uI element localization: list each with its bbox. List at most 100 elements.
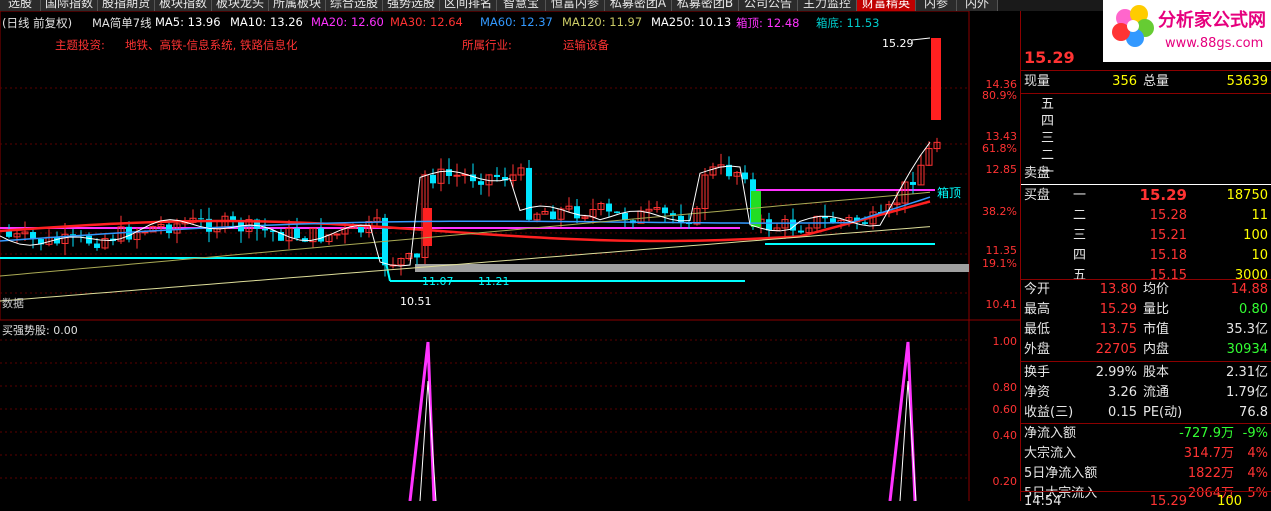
buy-level-0: 一 15.29 18750 <box>1021 186 1271 205</box>
candle-body-down <box>318 228 324 242</box>
menu-button-12[interactable]: 私募密团B <box>672 0 739 11</box>
logo-url: www.88gs.com <box>1165 36 1263 51</box>
candle-body-down <box>414 253 420 258</box>
menu-button-15[interactable]: 财富精英 <box>857 0 916 11</box>
candle-body-down <box>574 206 580 219</box>
menu-button-3[interactable]: 板块指数 <box>155 0 212 11</box>
ma-legend-3: MA10: 13.26 <box>230 15 303 29</box>
candle-body-down <box>494 174 500 177</box>
stat-row-2: 最低 13.75 市值 35.3亿 <box>1021 320 1271 339</box>
stat-value: 13.75 <box>1099 322 1137 337</box>
buy-level-price: 15.21 <box>1149 228 1187 243</box>
high-price-pointer <box>911 37 931 41</box>
flow-row-2: 5日净流入额 1822万 4% <box>1021 464 1271 483</box>
ma-legend-9: 箱顶: 12.48 <box>736 16 800 30</box>
sep-4 <box>1021 361 1271 362</box>
stat-row-0: 今开 13.80 均价 14.88 <box>1021 280 1271 299</box>
menu-button-17[interactable]: 内外 <box>957 0 998 11</box>
site-logo: 分析家公式网 www.88gs.com <box>1103 0 1271 62</box>
menu-button-9[interactable]: 智慧宝 <box>497 0 546 11</box>
stat-value: 0.15 <box>1108 405 1137 420</box>
stat-label: 换手 <box>1024 365 1051 380</box>
price-axis-label-7: 19.1% <box>982 257 1017 270</box>
stat-value: 2.99% <box>1095 365 1137 380</box>
flow-value: -727.9万 <box>1179 426 1234 441</box>
buy-level-label: 四 <box>1073 248 1087 263</box>
candle-body-down <box>198 218 204 220</box>
ma-legend-0: (日线 前复权) <box>2 16 73 30</box>
box-top-label: 箱顶 <box>937 185 961 200</box>
menu-button-10[interactable]: 恒富内参 <box>546 0 605 11</box>
candle-body-down <box>606 203 612 212</box>
indicator-axis-label-2: 0.60 <box>993 403 1018 416</box>
big-red-candle-2 <box>931 38 941 120</box>
menu-button-5[interactable]: 所属板块 <box>269 0 326 11</box>
buy-level-volume: 11 <box>1251 208 1268 223</box>
candle-body-down <box>862 222 868 224</box>
indicator-title: 买强势股: 0.00 <box>2 324 78 337</box>
menu-button-1[interactable]: 国际指数 <box>41 0 98 11</box>
info-industry-label: 所属行业: <box>462 38 512 52</box>
flow-percent: 4% <box>1247 446 1268 461</box>
stat-value-2: 2.31亿 <box>1226 365 1268 380</box>
buy-level-label: 一 <box>1073 188 1087 203</box>
low-box-label-2: 11.21 <box>478 275 510 288</box>
candle-body-down <box>614 211 620 213</box>
candle-body-down <box>446 169 452 176</box>
menu-button-16[interactable]: 内参 <box>916 0 957 11</box>
ma-legend-2: MA5: 13.96 <box>155 15 221 29</box>
flow-label: 大宗流入 <box>1024 446 1077 461</box>
price-axis-label-6: 11.35 <box>986 244 1018 257</box>
candle-body-down <box>526 167 532 220</box>
stat-value: 22705 <box>1095 342 1137 357</box>
menu-button-7[interactable]: 强势选股 <box>383 0 440 11</box>
ma-legend-10: 箱底: 11.53 <box>816 16 880 30</box>
candle-body-down <box>910 182 916 185</box>
stat-value-2: 30934 <box>1226 342 1268 357</box>
menu-button-6[interactable]: 综合选股 <box>326 0 383 11</box>
stat-value-2: 0.80 <box>1239 302 1268 317</box>
indicator-axis-label-4: 0.20 <box>993 475 1018 488</box>
menu-button-14[interactable]: 主力监控 <box>798 0 857 11</box>
label-current-volume: 现量 <box>1024 74 1051 89</box>
stat-label-2: 股本 <box>1143 365 1170 380</box>
flow-percent: 4% <box>1247 466 1268 481</box>
candle-body-up <box>333 233 341 236</box>
last-trade-time: 14:54 <box>1024 494 1062 509</box>
buy-level-price: 15.18 <box>1149 248 1187 263</box>
candle-body-down <box>6 231 12 237</box>
buy-level-volume: 10 <box>1251 248 1268 263</box>
high-price-label: 15.29 <box>882 37 914 50</box>
candle-body-down <box>742 172 748 180</box>
indicator-axis-label-1: 0.80 <box>993 381 1018 394</box>
indicator-axis-label-0: 1.00 <box>993 335 1018 348</box>
menu-button-2[interactable]: 股指期货 <box>98 0 155 11</box>
sep-2 <box>1021 93 1271 94</box>
stat-value-2: 1.79亿 <box>1226 385 1268 400</box>
low-price-label: 10.51 <box>400 295 432 308</box>
flow-row-1: 大宗流入 314.7万 4% <box>1021 444 1271 463</box>
label-total-volume: 总量 <box>1143 74 1170 89</box>
buy-level-3: 四 15.18 10 <box>1021 246 1271 265</box>
stat-label: 最低 <box>1024 322 1051 337</box>
menu-button-0[interactable]: 选股 <box>0 0 41 11</box>
low-box-label-1: 11.07 <box>422 275 454 288</box>
flow-value: 1822万 <box>1187 466 1234 481</box>
stat-label: 今开 <box>1024 282 1051 297</box>
price-axis-label-3: 61.8% <box>982 142 1017 155</box>
kline-chart[interactable]: 14.36 80.9% 13.43 61.8% 12.85 38.2% 11.35 19.1%… <box>0 11 1020 501</box>
stat-label: 净资 <box>1024 385 1051 400</box>
candle-body-down <box>262 228 268 231</box>
price-axis-label-8: 10.41 <box>986 298 1018 311</box>
candle-body-down <box>430 174 436 184</box>
candle-body-down <box>766 219 772 231</box>
big-green-candle <box>751 191 761 227</box>
menu-button-11[interactable]: 私募密团A <box>605 0 672 11</box>
stat-row-4: 换手 2.99% 股本 2.31亿 <box>1021 363 1271 382</box>
menu-button-8[interactable]: 区间排名 <box>440 0 497 11</box>
stat-row-6: 收益(三) 0.15 PE(动) 76.8 <box>1021 403 1271 422</box>
ma-legend-1: MA简单7线 <box>92 16 152 30</box>
stat-value-2: 76.8 <box>1239 405 1268 420</box>
menu-button-13[interactable]: 公司公告 <box>739 0 798 11</box>
menu-button-4[interactable]: 板块龙头 <box>212 0 269 11</box>
